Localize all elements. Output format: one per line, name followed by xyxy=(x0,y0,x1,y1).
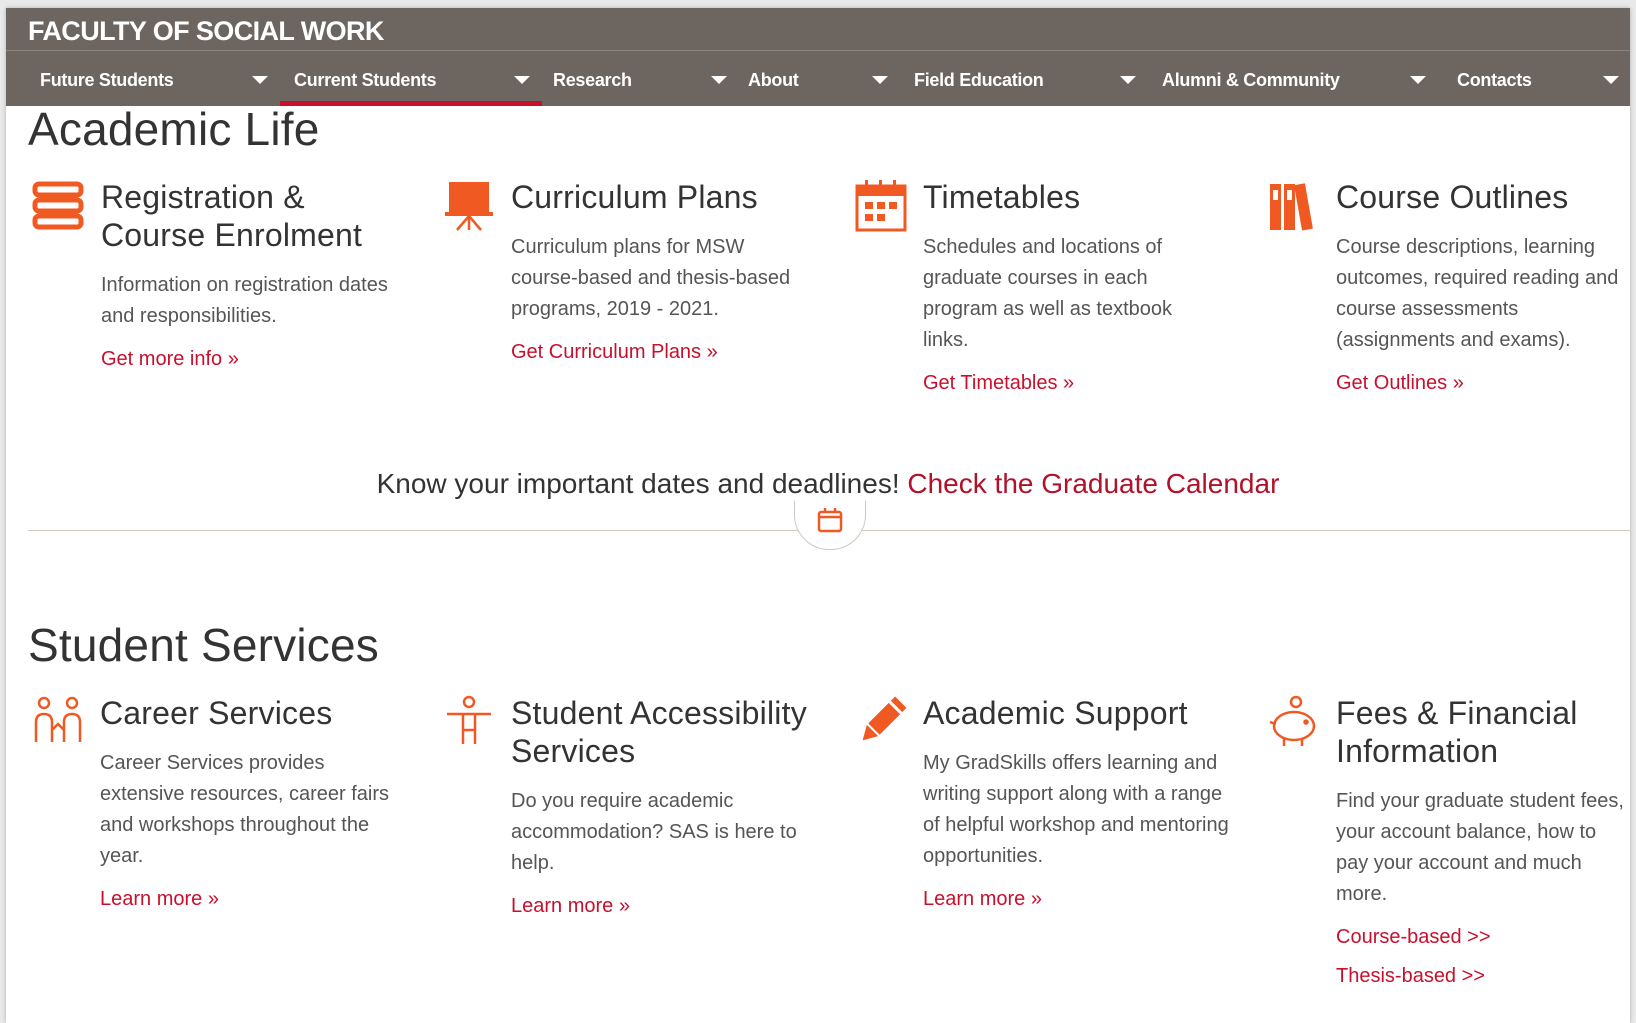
thesis-based-link[interactable]: Thesis-based >> xyxy=(1336,965,1628,988)
card-fees-financial: Fees & Financial Information Find your g… xyxy=(1269,694,1628,988)
nav-item-label: Current Students xyxy=(294,70,437,90)
main-nav: Future Students Current Students Researc… xyxy=(6,51,1630,106)
browser-viewport: FACULTY OF SOCIAL WORK Future Students C… xyxy=(6,8,1630,1023)
calendar-banner: Know your important dates and deadlines!… xyxy=(28,468,1628,500)
card-title[interactable]: Curriculum Plans xyxy=(511,178,811,216)
section-heading-academic-life: Academic Life xyxy=(28,103,320,155)
get-outlines-link[interactable]: Get Outlines » xyxy=(1336,372,1628,395)
nav-item-field-education[interactable]: Field Education xyxy=(914,51,1150,106)
card-description: Career Services provides extensive resou… xyxy=(100,752,390,867)
card-title[interactable]: Student Accessibility Services xyxy=(511,694,811,770)
card-accessibility-services: Student Accessibility Services Do you re… xyxy=(447,694,811,918)
caret-down-icon[interactable] xyxy=(1603,76,1619,84)
card-description: Schedules and locations of graduate cour… xyxy=(923,236,1173,351)
nav-item-about[interactable]: About xyxy=(748,51,908,106)
calendar-icon xyxy=(817,508,843,533)
binders-icon xyxy=(1266,178,1322,234)
card-description: My GradSkills offers learning and writin… xyxy=(923,752,1229,867)
card-career-services: Career Services Career Services provides… xyxy=(34,694,390,911)
piggy-bank-icon xyxy=(1266,694,1322,750)
nav-item-contacts[interactable]: Contacts xyxy=(1457,51,1627,106)
nav-item-label: Field Education xyxy=(914,70,1044,90)
card-title[interactable]: Fees & Financial Information xyxy=(1336,694,1628,770)
accessibility-icon xyxy=(441,694,497,750)
card-description: Do you require academic accommodation? S… xyxy=(511,790,797,874)
graduate-calendar-link[interactable]: Check the Graduate Calendar xyxy=(907,468,1279,499)
card-title[interactable]: Academic Support xyxy=(923,694,1233,732)
nav-item-label: Research xyxy=(553,70,632,90)
pencil-icon xyxy=(853,694,909,750)
caret-down-icon[interactable] xyxy=(252,76,268,84)
get-curriculum-plans-link[interactable]: Get Curriculum Plans » xyxy=(511,341,811,364)
learn-more-link[interactable]: Learn more » xyxy=(100,888,390,911)
nav-item-future-students[interactable]: Future Students xyxy=(40,51,276,106)
site-title[interactable]: FACULTY OF SOCIAL WORK xyxy=(28,16,384,47)
section-heading-student-services: Student Services xyxy=(28,619,379,671)
course-based-link[interactable]: Course-based >> xyxy=(1336,926,1628,949)
nav-item-label: Contacts xyxy=(1457,70,1532,90)
get-more-info-link[interactable]: Get more info » xyxy=(101,348,401,371)
nav-item-current-students[interactable]: Current Students xyxy=(294,51,530,106)
presentation-board-icon xyxy=(441,178,497,234)
people-icon xyxy=(30,694,86,750)
card-description: Information on registration dates and re… xyxy=(101,274,388,327)
card-title[interactable]: Timetables xyxy=(923,178,1223,216)
calendar-grid-icon xyxy=(853,178,909,234)
calendar-badge xyxy=(794,501,866,550)
learn-more-link[interactable]: Learn more » xyxy=(923,888,1233,911)
card-timetables: Timetables Schedules and locations of gr… xyxy=(855,178,1223,395)
card-registration: Registration & Course Enrolment Informat… xyxy=(32,178,401,371)
card-description: Find your graduate student fees, your ac… xyxy=(1336,790,1624,905)
calendar-banner-text: Know your important dates and deadlines! xyxy=(376,468,900,499)
nav-item-research[interactable]: Research xyxy=(553,51,743,106)
caret-down-icon[interactable] xyxy=(514,76,530,84)
caret-down-icon[interactable] xyxy=(872,76,888,84)
card-curriculum-plans: Curriculum Plans Curriculum plans for MS… xyxy=(445,178,811,364)
card-description: Course descriptions, learning outcomes, … xyxy=(1336,236,1619,351)
card-title[interactable]: Course Outlines xyxy=(1336,178,1628,216)
learn-more-link[interactable]: Learn more » xyxy=(511,895,811,918)
caret-down-icon[interactable] xyxy=(1410,76,1426,84)
nav-item-alumni-community[interactable]: Alumni & Community xyxy=(1162,51,1442,106)
nav-item-label: Alumni & Community xyxy=(1162,70,1340,90)
caret-down-icon[interactable] xyxy=(711,76,727,84)
card-academic-support: Academic Support My GradSkills offers le… xyxy=(862,694,1233,911)
site-header: FACULTY OF SOCIAL WORK Future Students C… xyxy=(6,8,1630,106)
card-course-outlines: Course Outlines Course descriptions, lea… xyxy=(1270,178,1628,395)
nav-item-label: About xyxy=(748,70,799,90)
get-timetables-link[interactable]: Get Timetables » xyxy=(923,372,1223,395)
card-title[interactable]: Registration & Course Enrolment xyxy=(101,178,401,254)
caret-down-icon[interactable] xyxy=(1120,76,1136,84)
card-title[interactable]: Career Services xyxy=(100,694,390,732)
books-stack-icon xyxy=(31,178,87,234)
card-description: Curriculum plans for MSW course-based an… xyxy=(511,236,791,320)
nav-item-label: Future Students xyxy=(40,70,174,90)
